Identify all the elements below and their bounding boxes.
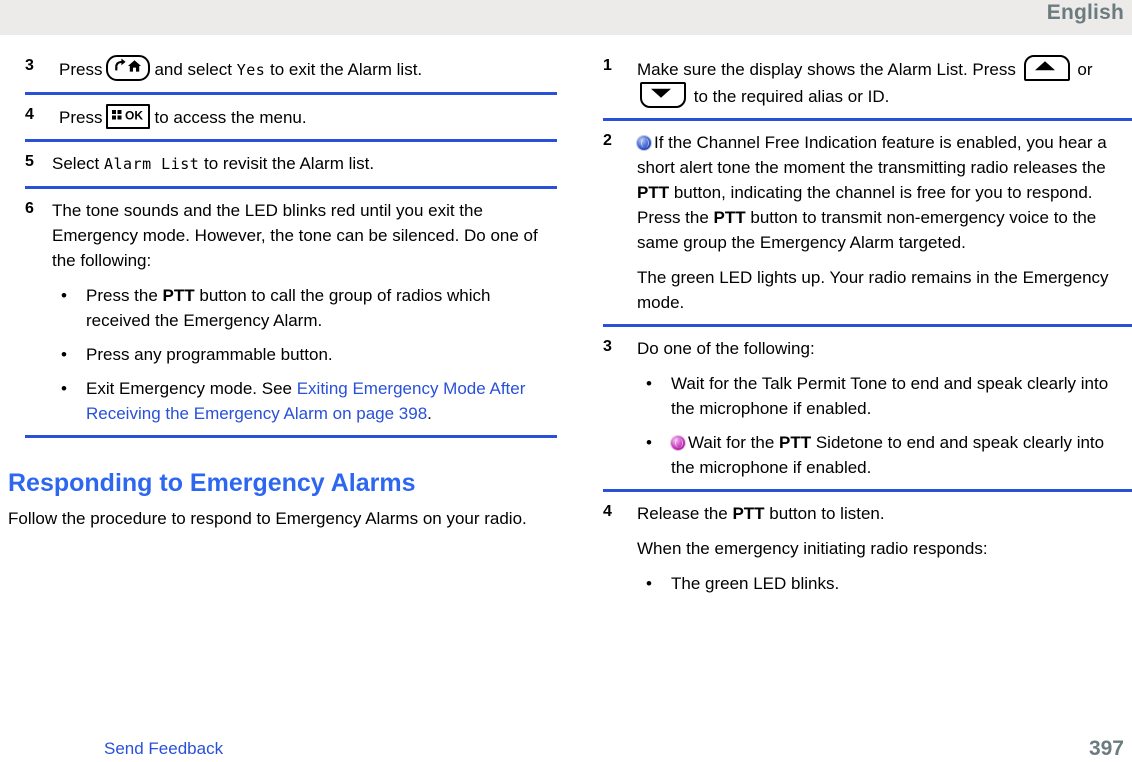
step-body: If the Channel Free Indication feature i… <box>637 130 1124 315</box>
step-text-bold-ptt: PTT <box>637 183 670 202</box>
bullet-list: • Wait for the Talk Permit Tone to end a… <box>637 371 1124 480</box>
mono-value-yes: Yes <box>236 61 266 79</box>
page-title: Responding to Emergency Alarms <box>8 469 416 497</box>
bullet-list: • The green LED blinks. <box>637 571 1124 596</box>
list-item: • Wait for the PTT Sidetone to end and s… <box>637 430 1124 480</box>
step-text-lead: Press <box>59 108 103 127</box>
step-text-tail: to the required alias or ID. <box>693 87 890 106</box>
step-text-lead: Press <box>59 60 103 79</box>
bullet-list: • Press the PTT button to call the group… <box>52 283 548 426</box>
step-body: Press OK to access the menu. <box>59 104 556 130</box>
step-text-post: button to listen. <box>764 504 885 523</box>
menu-ok-key-icon: OK <box>106 104 151 129</box>
right-column: 1 Make sure the display shows the Alarm … <box>595 55 1132 596</box>
step-block-4-right: 4 Release the PTT button to listen. When… <box>595 501 1132 596</box>
step-number: 5 <box>25 153 34 170</box>
step-paragraph: Do one of the following: <box>637 339 815 358</box>
bullet-text-bold: PTT <box>779 433 812 452</box>
bullet-text-pre: Wait for the Talk Permit Tone to end and… <box>671 374 1109 418</box>
bullet-text-pre: Exit Emergency mode. See <box>86 379 297 398</box>
step-divider <box>25 139 557 142</box>
list-item: • Press any programmable button. <box>52 342 548 367</box>
step-paragraph-secondary: When the emergency initiating radio resp… <box>637 539 988 558</box>
left-column: 3 Press and select Yes to exit the Alarm… <box>0 55 566 531</box>
step-divider <box>603 324 1132 327</box>
down-arrow-key-icon <box>640 82 686 108</box>
bullet-glyph: • <box>646 433 652 452</box>
step-text-lead: Make sure the display shows the Alarm Li… <box>637 60 1016 79</box>
step-number: 6 <box>25 200 34 217</box>
back-home-key-icon <box>106 55 151 81</box>
step-body: Do one of the following: • Wait for the … <box>637 336 1124 480</box>
section-intro-paragraph: Follow the procedure to respond to Emerg… <box>8 509 527 528</box>
list-item: • Wait for the Talk Permit Tone to end a… <box>637 371 1124 421</box>
step-number: 1 <box>603 57 612 74</box>
step-number: 2 <box>603 132 612 149</box>
step-text-bold-ptt: PTT <box>732 504 765 523</box>
bullet-text-pre: Press the <box>86 286 163 305</box>
bullet-glyph: • <box>61 379 67 398</box>
step-block-5: 5 Select Alarm List to revisit the Alarm… <box>0 151 566 189</box>
step-divider <box>25 92 557 95</box>
blue-globe-note-icon <box>637 136 651 150</box>
step-text-tail: to access the menu. <box>154 108 307 127</box>
bullet-glyph: • <box>646 374 652 393</box>
step-number: 3 <box>25 57 34 74</box>
bullet-text-pre: Press any programmable button. <box>86 345 333 364</box>
up-arrow-key-icon <box>1023 55 1070 81</box>
step-block-2: 2 If the Channel Free Indication feature… <box>595 130 1132 327</box>
step-block-3-right: 3 Do one of the following: • Wait for th… <box>595 336 1132 492</box>
bullet-text-post: . <box>427 404 432 423</box>
step-text-conjunction: or <box>1077 60 1093 79</box>
step-number: 4 <box>603 503 612 520</box>
step-divider <box>25 435 557 438</box>
step-body: Select Alarm List to revisit the Alarm l… <box>52 151 556 177</box>
bullet-text-pre: The green LED blinks. <box>671 574 840 593</box>
step-text-mid: and select <box>154 60 232 79</box>
step-text-bold-ptt: PTT <box>713 208 746 227</box>
step-divider <box>603 118 1132 121</box>
step-number: 4 <box>25 106 34 123</box>
send-feedback-link[interactable]: Send Feedback <box>104 735 223 762</box>
mono-value-alarm-list: Alarm List <box>103 155 200 173</box>
bullet-glyph: • <box>646 574 652 593</box>
magenta-globe-note-icon <box>671 436 685 450</box>
step-text-pre: Release the <box>637 504 733 523</box>
step-paragraph-secondary: The green LED lights up. Your radio rema… <box>637 268 1109 312</box>
step-text-lead: Select <box>52 154 100 173</box>
step-text-tail: to revisit the Alarm list. <box>204 154 375 173</box>
step-block-4: 4 Press OK to access the menu. <box>0 104 566 142</box>
step-divider <box>603 489 1132 492</box>
step-body: Press and select Yes to exit the Alarm l… <box>59 55 556 83</box>
list-item: • Exit Emergency mode. See Exiting Emerg… <box>52 376 548 426</box>
step-number: 3 <box>603 338 612 355</box>
step-divider <box>25 186 557 189</box>
step-body: The tone sounds and the LED blinks red u… <box>52 198 548 426</box>
list-item: • Press the PTT button to call the group… <box>52 283 548 333</box>
page-number: 397 <box>1088 737 1124 760</box>
bullet-glyph: • <box>61 286 67 305</box>
step-block-3: 3 Press and select Yes to exit the Alarm… <box>0 55 566 95</box>
step-body: Release the PTT button to listen. When t… <box>637 501 1124 596</box>
bullet-glyph: • <box>61 345 67 364</box>
svg-text:OK: OK <box>125 109 143 123</box>
bullet-text-pre: Wait for the <box>688 433 780 452</box>
step-text-tail: to exit the Alarm list. <box>270 60 423 79</box>
step-body: Make sure the display shows the Alarm Li… <box>637 55 1124 109</box>
page-header-band <box>0 0 1132 35</box>
list-item: • The green LED blinks. <box>637 571 1124 596</box>
step-block-1: 1 Make sure the display shows the Alarm … <box>595 55 1132 121</box>
step-block-6: 6 The tone sounds and the LED blinks red… <box>0 198 566 438</box>
bullet-text-bold: PTT <box>162 286 195 305</box>
step-text-a: If the Channel Free Indication feature i… <box>637 133 1107 177</box>
step-paragraph: The tone sounds and the LED blinks red u… <box>52 201 538 270</box>
header-language-label: English <box>1046 1 1124 24</box>
